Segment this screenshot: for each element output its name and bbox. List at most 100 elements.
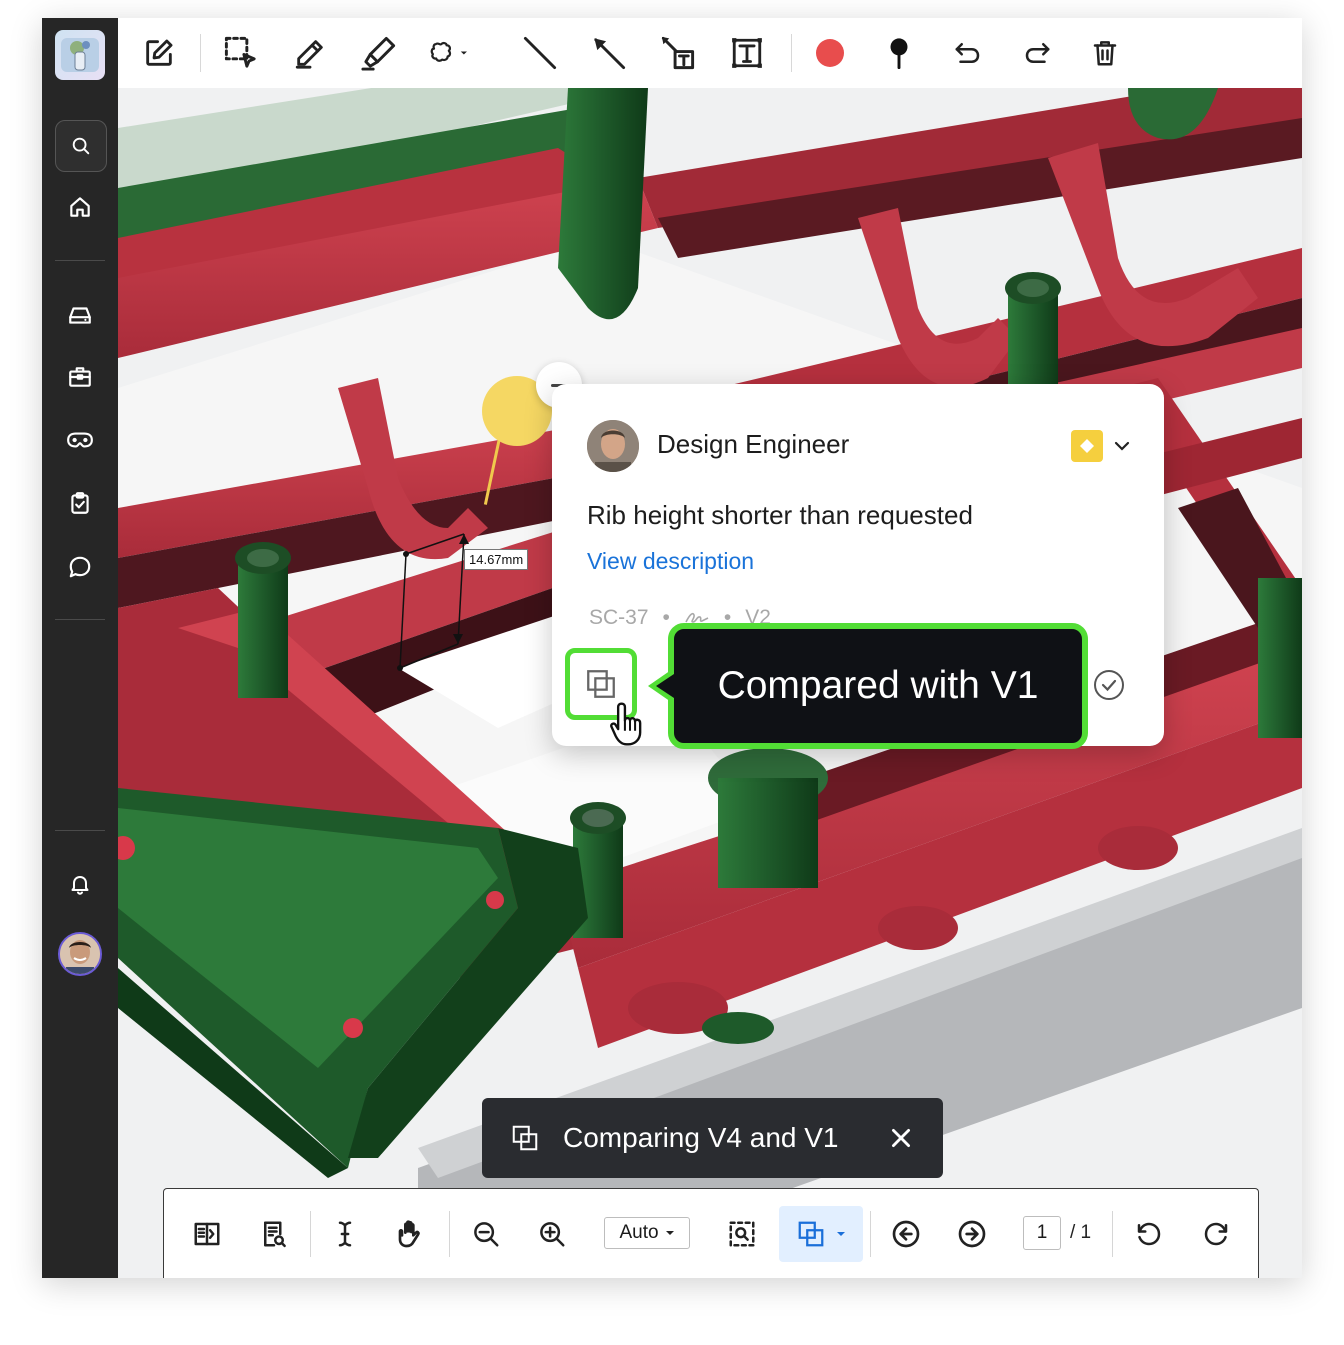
document-search-icon — [264, 1221, 286, 1248]
zoom-select[interactable]: Auto — [604, 1217, 690, 1249]
chevron-down-icon — [1114, 441, 1130, 451]
bell-icon — [71, 876, 89, 895]
sidebar — [42, 18, 118, 1278]
delete-button[interactable] — [1085, 33, 1125, 73]
comment-title: Rib height shorter than requested — [587, 500, 973, 530]
toolbar-separator — [791, 34, 792, 72]
callout-button[interactable] — [658, 33, 698, 73]
search-button[interactable] — [55, 120, 107, 172]
measurement-label: 14.67mm — [464, 549, 529, 570]
color-button[interactable] — [810, 33, 850, 73]
redo-icon — [1025, 43, 1050, 63]
previous-page-button[interactable] — [884, 1212, 928, 1256]
compare-icon — [512, 1125, 538, 1151]
compare-banner-text: Comparing V4 and V1 — [563, 1122, 839, 1153]
rotate-left-button[interactable] — [1127, 1212, 1171, 1256]
pan-button[interactable] — [390, 1212, 434, 1256]
dropdown-caret-icon — [837, 1232, 845, 1236]
arrow-icon — [594, 38, 626, 70]
compare-mode-button[interactable] — [779, 1206, 863, 1262]
meta-dot: • — [662, 606, 670, 629]
zoom-in-button[interactable] — [530, 1212, 574, 1256]
clipboard-icon — [71, 492, 89, 514]
hand-cursor-icon — [610, 702, 642, 746]
toolbar-separator — [1112, 1211, 1113, 1257]
toolbox-icon — [69, 367, 91, 387]
pin-button[interactable] — [879, 33, 919, 73]
user-avatar[interactable] — [58, 932, 102, 976]
dropdown-caret-icon — [665, 1231, 674, 1235]
zoom-in-icon — [540, 1222, 565, 1247]
lasso-button[interactable] — [428, 33, 468, 73]
resolve-check-icon[interactable] — [1092, 668, 1126, 702]
home-icon — [70, 197, 90, 217]
zoom-value: Auto — [619, 1222, 659, 1243]
tasks-button[interactable] — [55, 478, 105, 528]
sidebar-divider — [55, 830, 105, 831]
toolbar-separator — [870, 1211, 871, 1257]
page-number-input[interactable]: 1 — [1023, 1216, 1061, 1250]
drive-button[interactable] — [55, 290, 105, 340]
callout-text-icon — [661, 36, 695, 70]
redo-button[interactable] — [1017, 33, 1057, 73]
edit-icon — [146, 39, 173, 66]
sidebar-divider — [55, 619, 105, 620]
rotate-right-button[interactable] — [1194, 1212, 1238, 1256]
tooltip-arrow-inner — [656, 674, 674, 698]
close-icon[interactable] — [888, 1125, 914, 1151]
chat-icon — [69, 556, 91, 578]
pin-icon — [890, 38, 908, 70]
line-icon — [523, 36, 557, 70]
dropdown-caret-icon — [461, 51, 468, 55]
drive-icon — [69, 307, 91, 324]
zoom-area-icon — [729, 1221, 755, 1247]
home-button[interactable] — [55, 182, 105, 232]
annotation-toolbar — [118, 18, 1302, 89]
toggle-sidebar-button[interactable] — [185, 1212, 229, 1256]
app-logo[interactable] — [55, 30, 105, 80]
author-avatar — [587, 420, 639, 472]
author-name: Design Engineer — [657, 429, 850, 459]
panel-icon — [194, 1222, 220, 1246]
pencil-button[interactable] — [290, 33, 330, 73]
undo-icon — [955, 43, 980, 63]
compare-icon — [798, 1221, 824, 1247]
select-area-button[interactable] — [221, 33, 261, 73]
zoom-out-button[interactable] — [464, 1212, 508, 1256]
text-box-button[interactable] — [727, 33, 767, 73]
viewer-toolbar: Auto 1 / 1 — [163, 1188, 1259, 1278]
vr-button[interactable] — [55, 415, 105, 465]
next-page-button[interactable] — [950, 1212, 994, 1256]
hand-icon — [398, 1220, 420, 1248]
toolbox-button[interactable] — [55, 352, 105, 402]
toolbar-separator — [200, 34, 201, 72]
text-cursor-icon — [338, 1221, 352, 1247]
search-document-button[interactable] — [252, 1212, 296, 1256]
text-select-button[interactable] — [323, 1212, 367, 1256]
line-button[interactable] — [520, 33, 560, 73]
view-description-link[interactable]: View description — [587, 548, 754, 575]
highlighter-button[interactable] — [359, 33, 399, 73]
highlighter-icon — [361, 36, 396, 71]
pencil-icon — [295, 40, 323, 69]
arrow-right-circle-icon — [958, 1220, 986, 1248]
arrow-button[interactable] — [589, 33, 629, 73]
priority-tag-icon[interactable] — [1071, 430, 1103, 462]
arrow-left-circle-icon — [892, 1220, 920, 1248]
sidebar-divider — [55, 260, 105, 261]
zoom-area-button[interactable] — [720, 1212, 764, 1256]
card-menu-button[interactable] — [1110, 434, 1134, 458]
color-swatch-icon — [816, 39, 844, 67]
app-window: 14.67mm Design Engineer Rib height short… — [42, 18, 1302, 1278]
rotate-ccw-icon — [1137, 1222, 1161, 1246]
zoom-out-icon — [474, 1222, 499, 1247]
toolbar-separator — [449, 1211, 450, 1257]
chat-button[interactable] — [55, 542, 105, 592]
notifications-button[interactable] — [55, 859, 105, 909]
undo-button[interactable] — [948, 33, 988, 73]
edit-button[interactable] — [139, 33, 179, 73]
page-total: / 1 — [1070, 1222, 1092, 1243]
toolbar-separator — [310, 1211, 311, 1257]
compare-tooltip: Compared with V1 — [668, 623, 1088, 749]
compare-banner: Comparing V4 and V1 — [482, 1098, 943, 1178]
